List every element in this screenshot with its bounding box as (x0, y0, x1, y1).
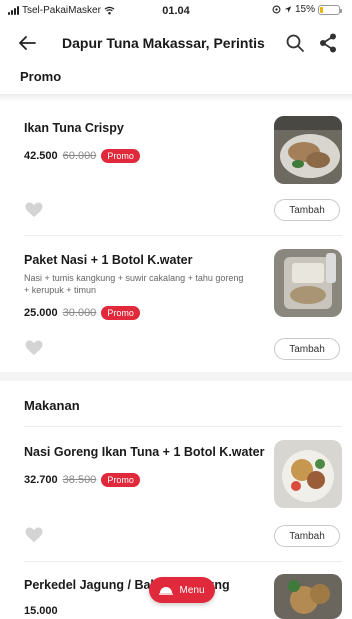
price-row: 42.500 60.000 Promo (24, 149, 140, 163)
item-divider (24, 235, 342, 236)
item-image[interactable] (274, 440, 342, 508)
battery-icon (318, 4, 342, 15)
item-price: 25.000 (24, 307, 58, 319)
menu-button[interactable]: Menu (149, 577, 215, 603)
item-old-price: 38.500 (62, 474, 97, 486)
item-price: 42.500 (24, 150, 58, 162)
heart-icon[interactable] (25, 202, 43, 218)
price-row: 32.700 38.500 Promo (24, 473, 140, 487)
promo-badge: Promo (101, 306, 140, 320)
heart-icon[interactable] (25, 527, 43, 543)
promo-badge: Promo (101, 473, 140, 487)
battery-percent: 15% (294, 4, 315, 15)
price-row: 25.000 30.000 Promo (24, 306, 140, 320)
item-divider (24, 561, 342, 562)
item-price: 15.000 (24, 605, 58, 617)
item-price: 32.700 (24, 474, 58, 486)
item-description: Nasi + tumis kangkung + suwir cakalang +… (24, 273, 244, 295)
item-old-price: 30.000 (62, 307, 97, 319)
item-image[interactable] (274, 574, 342, 619)
price-row: 15.000 (24, 605, 58, 617)
app-header: Dapur Tuna Makassar, Perintis (0, 26, 352, 62)
location-icon (284, 6, 292, 13)
menu-button-label: Menu (179, 584, 205, 596)
arrow-left-icon[interactable] (16, 32, 38, 54)
item-name: Nasi Goreng Ikan Tuna + 1 Botol K.water (24, 445, 265, 459)
share-icon[interactable] (318, 32, 338, 54)
alarm-lock-icon (272, 5, 281, 14)
page-title: Dapur Tuna Makassar, Perintis (62, 35, 265, 51)
item-name: Paket Nasi + 1 Botol K.water (24, 253, 193, 267)
add-button[interactable]: Tambah (274, 199, 340, 221)
category-title-promo: Promo (20, 69, 62, 84)
cloche-icon (159, 587, 174, 595)
section-divider (0, 372, 352, 381)
header-shadow (0, 94, 352, 102)
item-divider (24, 426, 342, 427)
heart-icon[interactable] (25, 340, 43, 356)
search-icon[interactable] (284, 32, 306, 54)
promo-badge: Promo (101, 149, 140, 163)
item-image[interactable] (274, 116, 342, 184)
add-button[interactable]: Tambah (274, 338, 340, 360)
item-old-price: 60.000 (62, 150, 97, 162)
status-right: 15% (272, 4, 342, 15)
item-name: Ikan Tuna Crispy (24, 121, 124, 135)
add-button[interactable]: Tambah (274, 525, 340, 547)
status-bar: Tsel-PakaiMasker 01.04 15% (0, 0, 352, 22)
category-title-makanan: Makanan (24, 398, 80, 413)
battery-level (320, 6, 323, 13)
item-image[interactable] (274, 249, 342, 317)
